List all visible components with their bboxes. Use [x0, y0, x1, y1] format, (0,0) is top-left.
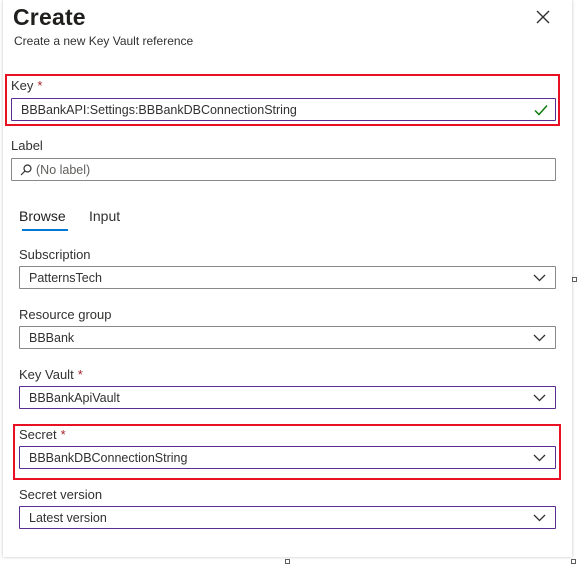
chevron-down-icon [533, 274, 546, 282]
secret-version-value: Latest version [29, 511, 107, 525]
active-tab-indicator [22, 229, 68, 231]
subscription-value: PatternsTech [29, 271, 102, 285]
key-vault-dropdown[interactable]: BBBankApiVault [19, 386, 556, 409]
label-field-label: Label [11, 138, 43, 153]
checkmark-icon [534, 105, 548, 116]
resource-group-dropdown[interactable]: BBBank [19, 326, 556, 349]
search-icon [20, 164, 32, 176]
panel-subtitle: Create a new Key Vault reference [14, 34, 194, 48]
tab-browse[interactable]: Browse [19, 208, 66, 224]
secret-value: BBBankDBConnectionString [29, 451, 188, 465]
secret-dropdown[interactable]: BBBankDBConnectionString [19, 446, 556, 469]
chevron-down-icon [533, 514, 546, 522]
resize-handle-bottom[interactable] [285, 559, 290, 564]
secret-label: Secret * [19, 427, 66, 442]
required-mark: * [37, 78, 43, 93]
secret-version-dropdown[interactable]: Latest version [19, 506, 556, 529]
chevron-down-icon [533, 334, 546, 342]
label-placeholder: (No label) [36, 163, 91, 177]
subscription-label: Subscription [19, 247, 91, 262]
close-icon[interactable] [534, 8, 552, 26]
key-label: Key * [11, 78, 43, 93]
subscription-dropdown[interactable]: PatternsTech [19, 266, 556, 289]
secret-version-label: Secret version [19, 487, 103, 502]
panel-title: Create [13, 4, 86, 30]
resource-group-value: BBBank [29, 331, 75, 345]
label-search-input[interactable]: (No label) [11, 158, 556, 181]
chevron-down-icon [533, 454, 546, 462]
required-mark: * [60, 427, 66, 442]
key-input-value: BBBankAPI:Settings:BBBankDBConnectionStr… [21, 103, 297, 117]
key-vault-value: BBBankApiVault [29, 391, 120, 405]
key-vault-label: Key Vault * [19, 367, 83, 382]
resize-handle-right[interactable] [572, 277, 577, 282]
resource-group-label: Resource group [19, 307, 112, 322]
key-input[interactable]: BBBankAPI:Settings:BBBankDBConnectionStr… [11, 98, 556, 121]
resize-handle-corner[interactable] [571, 559, 576, 564]
create-panel: Create Create a new Key Vault reference … [3, 0, 572, 557]
required-mark: * [77, 367, 83, 382]
tab-input[interactable]: Input [89, 208, 120, 224]
chevron-down-icon [533, 394, 546, 402]
